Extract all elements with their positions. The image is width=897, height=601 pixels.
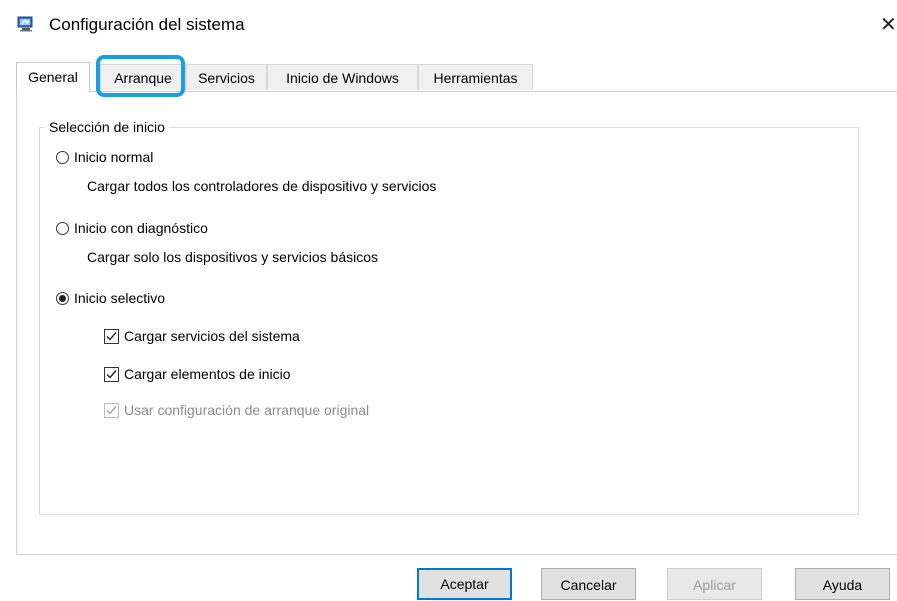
radio-diagnostic-startup-label[interactable]: Inicio con diagnóstico [74, 220, 208, 236]
radio-selective-startup[interactable] [56, 292, 69, 305]
checkbox-load-system-services[interactable] [104, 329, 119, 344]
radio-normal-startup[interactable] [56, 151, 69, 164]
checkbox-use-original-boot-config-label: Usar configuración de arranque original [124, 402, 370, 418]
tab-highlight-annotation [96, 55, 185, 97]
tab-general[interactable]: General [16, 62, 90, 92]
tab-herramientas[interactable]: Herramientas [418, 64, 533, 90]
checkbox-load-startup-items-label[interactable]: Cargar elementos de inicio [124, 366, 291, 382]
group-label: Selección de inicio [45, 119, 169, 135]
system-config-icon [17, 16, 35, 32]
checkbox-load-startup-items[interactable] [104, 367, 119, 382]
apply-button: Aplicar [667, 568, 762, 600]
radio-diagnostic-startup[interactable] [56, 222, 69, 235]
help-button[interactable]: Ayuda [795, 568, 890, 600]
window-title: Configuración del sistema [49, 15, 245, 34]
tab-inicio-de-windows[interactable]: Inicio de Windows [267, 64, 418, 90]
radio-selective-startup-label[interactable]: Inicio selectivo [74, 290, 165, 306]
title-bar: Configuración del sistema ✕ [0, 0, 897, 52]
normal-startup-description: Cargar todos los controladores de dispos… [87, 178, 437, 194]
ok-button[interactable]: Aceptar [417, 568, 512, 600]
radio-normal-startup-label[interactable]: Inicio normal [74, 149, 153, 165]
cancel-button[interactable]: Cancelar [541, 568, 636, 600]
tab-servicios[interactable]: Servicios [186, 64, 267, 90]
diagnostic-startup-description: Cargar solo los dispositivos y servicios… [87, 249, 378, 265]
checkbox-load-system-services-label[interactable]: Cargar servicios del sistema [124, 328, 300, 344]
close-icon[interactable]: ✕ [880, 12, 897, 36]
checkbox-use-original-boot-config [104, 403, 119, 418]
